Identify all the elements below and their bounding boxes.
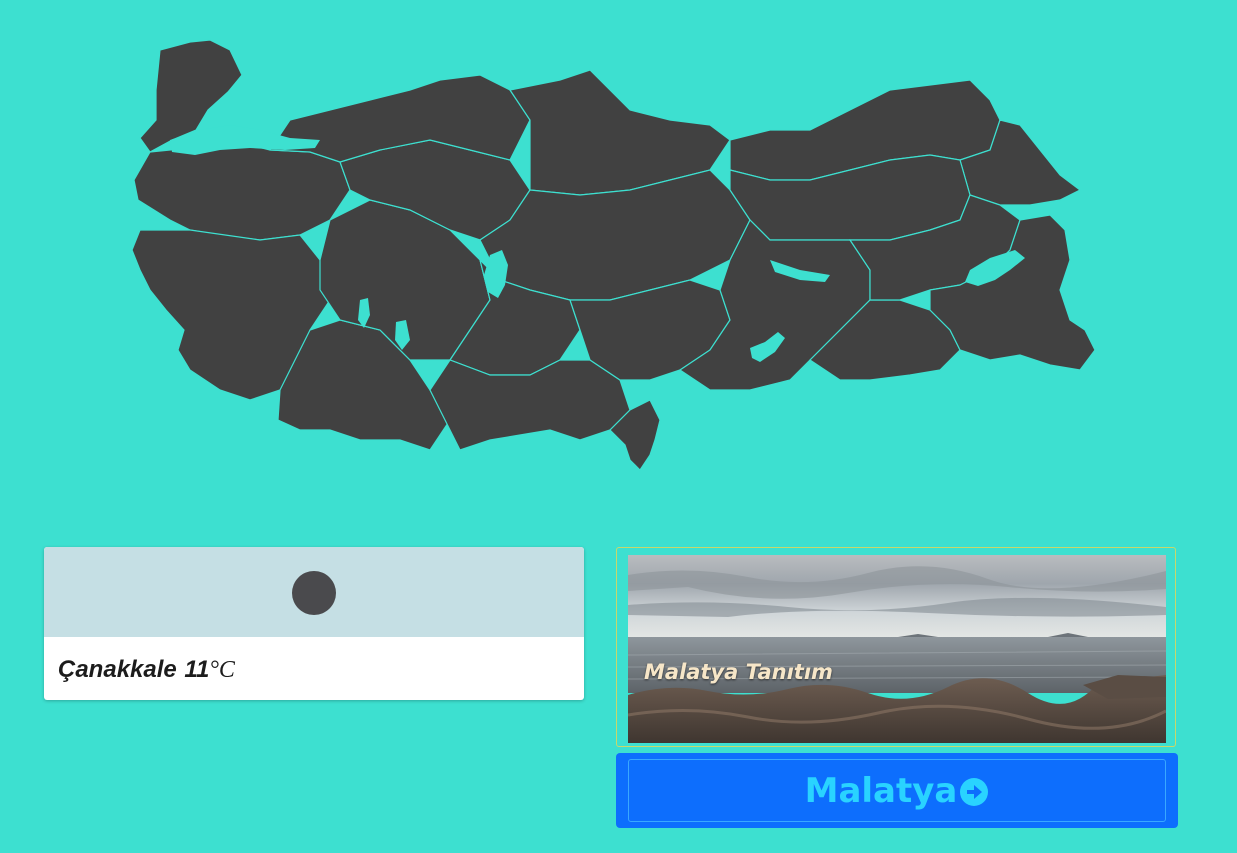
turkey-map	[110, 30, 1110, 480]
weather-card-header	[44, 547, 584, 637]
promo-caption: Malatya Tanıtım	[644, 660, 833, 684]
map-regions	[131, 39, 1096, 471]
page: Çanakkale 11°C Malatya Tanıtım Malatya	[0, 0, 1237, 853]
arrow-circle-right-icon	[959, 776, 989, 806]
promo-card: Malatya Tanıtım	[616, 547, 1176, 747]
weather-city-name: Çanakkale	[58, 656, 177, 683]
city-button-inner: Malatya	[628, 759, 1166, 822]
seascape-image	[628, 555, 1166, 743]
weather-temperature-unit: °C	[209, 657, 235, 683]
weather-card-body: Çanakkale 11°C	[44, 637, 584, 700]
turkey-map-svg	[131, 39, 1096, 471]
weather-card: Çanakkale 11°C	[44, 547, 584, 700]
city-detail-button[interactable]: Malatya	[616, 753, 1178, 828]
weather-temperature: 11	[184, 656, 210, 683]
city-button-label: Malatya	[804, 770, 958, 811]
weather-condition-icon	[292, 571, 336, 615]
promo-image[interactable]: Malatya Tanıtım	[628, 555, 1166, 743]
